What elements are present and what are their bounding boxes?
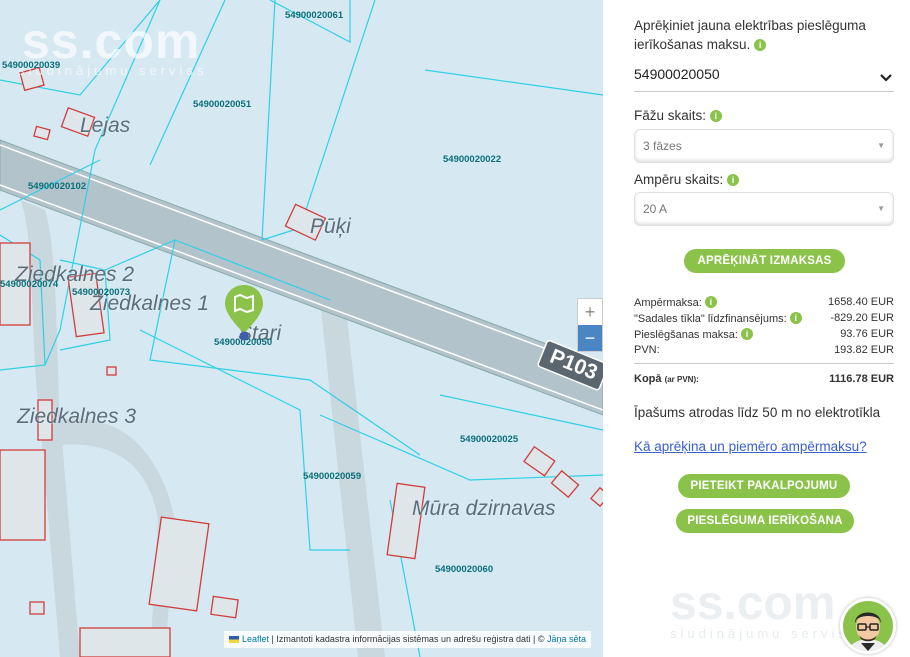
- cost-row-value: 1658.40 EUR: [827, 296, 894, 308]
- assistant-face-icon: [848, 612, 888, 651]
- info-icon[interactable]: i: [709, 110, 722, 122]
- assistant-avatar[interactable]: [840, 598, 896, 654]
- ampermaksa-info-link[interactable]: Kā aprēķina un piemēro ampērmaksu?: [634, 439, 867, 454]
- parcel-label: 54900020074: [0, 279, 59, 290]
- location-marker[interactable]: [223, 283, 265, 346]
- intro-text: Aprēķiniet jauna elektrības pieslēguma i…: [634, 16, 884, 54]
- amp-value: 20 A: [643, 202, 668, 216]
- map-pin-icon: [225, 285, 263, 341]
- cost-row: PVN: 193.82 EUR: [634, 344, 894, 358]
- dropdown-arrow-icon: ▼: [877, 141, 885, 150]
- cost-row-label: PVN:: [634, 344, 660, 356]
- info-icon[interactable]: i: [727, 174, 740, 186]
- phase-value: 3 fāzes: [643, 139, 682, 153]
- ukraine-flag-icon: [229, 636, 239, 643]
- distance-note: Īpašums atrodas līdz 50 m no elektrotīkl…: [634, 405, 881, 420]
- place-label: Mūra dzirnavas: [412, 497, 556, 520]
- cost-row-value: 193.82 EUR: [834, 344, 894, 356]
- panel-gutter: [603, 0, 618, 657]
- cost-row-label: Ampērmaksa:: [634, 297, 702, 309]
- total-note: (ar PVN):: [664, 375, 699, 384]
- zoom-control: + −: [577, 298, 603, 352]
- parcel-label: 54900020059: [303, 471, 362, 482]
- parcel-label: 54900020060: [435, 564, 494, 575]
- chevron-down-icon: [880, 70, 892, 85]
- total-value: 1116.78 EUR: [829, 373, 894, 385]
- cost-row: "Sadales tīkla" līdzfinansējums: i -829.…: [634, 312, 894, 326]
- panel-watermark-sub: sludinājumu serviss: [670, 626, 860, 641]
- place-label: Pūķi: [310, 215, 351, 238]
- parcel-label: 54900020022: [443, 154, 502, 165]
- zoom-in-button[interactable]: +: [578, 299, 602, 325]
- parcel-label: 54900020073: [72, 287, 131, 298]
- panel-watermark: ss.com: [670, 577, 836, 630]
- info-icon[interactable]: i: [754, 39, 767, 51]
- leaflet-link[interactable]: Leaflet: [242, 634, 269, 644]
- place-label: Ziedkalnes 3: [17, 405, 137, 428]
- parcel-label: 54900020051: [193, 99, 252, 110]
- parcel-label: 54900020102: [28, 181, 87, 192]
- amp-label-text: Ampēru skaits:: [634, 172, 724, 187]
- info-icon[interactable]: i: [704, 296, 717, 308]
- zoom-out-button[interactable]: −: [578, 325, 602, 351]
- total-label: Kopā: [634, 373, 662, 385]
- cost-row: Ampērmaksa: i 1658.40 EUR: [634, 296, 894, 310]
- attribution-text: | Izmantoti kadastra informācijas sistēm…: [271, 634, 545, 644]
- address-select[interactable]: 54900020050: [634, 66, 894, 92]
- calculator-panel: Aprēķiniet jauna elektrības pieslēguma i…: [618, 0, 910, 657]
- connection-install-button[interactable]: PIESLĒGUMA IERĪKOŠANA: [676, 509, 854, 533]
- info-icon[interactable]: i: [789, 312, 802, 324]
- apply-service-button[interactable]: PIETEIKT PAKALPOJUMU: [678, 474, 850, 498]
- map-base: [0, 0, 603, 657]
- jana-seta-link[interactable]: Jāņa sēta: [547, 634, 586, 644]
- parcel-label: 54900020025: [460, 434, 519, 445]
- calculate-button[interactable]: APRĒĶINĀT IZMAKSAS: [684, 249, 845, 273]
- amp-select[interactable]: 20 A ▼: [634, 192, 894, 226]
- map-attribution: Leaflet | Izmantoti kadastra informācija…: [224, 631, 592, 648]
- cost-row-value: 93.76 EUR: [840, 328, 894, 340]
- phase-select[interactable]: 3 fāzes ▼: [634, 129, 894, 163]
- parcel-label: 54900020039: [2, 60, 61, 71]
- cost-row-label: Pieslēgšanas maksa:: [634, 329, 738, 341]
- place-label: Lejas: [80, 114, 131, 137]
- divider: [634, 363, 894, 364]
- address-value: 54900020050: [634, 66, 720, 82]
- cost-row-label: "Sadales tīkla" līdzfinansējums:: [634, 313, 787, 325]
- info-icon[interactable]: i: [741, 328, 754, 340]
- map-view[interactable]: ss.com sludinājumu serviss Lejas Pūķi Zi…: [0, 0, 603, 657]
- dropdown-arrow-icon: ▼: [877, 204, 885, 213]
- amp-label: Ampēru skaits: i: [634, 172, 740, 187]
- intro-label: Aprēķiniet jauna elektrības pieslēguma i…: [634, 18, 866, 52]
- cost-row-value: -829.20 EUR: [830, 312, 894, 324]
- total-row: Kopā (ar PVN): 1116.78 EUR: [634, 373, 894, 387]
- phase-label-text: Fāžu skaits:: [634, 108, 707, 123]
- phase-label: Fāžu skaits: i: [634, 108, 722, 123]
- cost-row: Pieslēgšanas maksa: i 93.76 EUR: [634, 328, 894, 342]
- parcel-label: 54900020061: [285, 10, 344, 21]
